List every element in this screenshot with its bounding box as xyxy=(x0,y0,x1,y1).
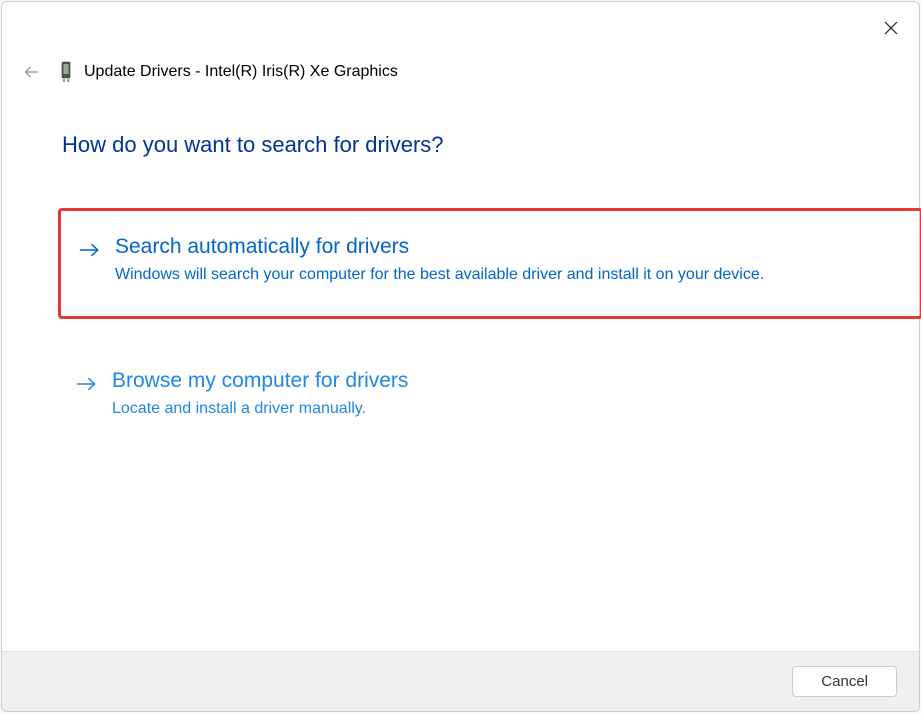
cancel-button[interactable]: Cancel xyxy=(792,666,897,697)
header-row: Update Drivers - Intel(R) Iris(R) Xe Gra… xyxy=(2,46,919,84)
option-description: Windows will search your computer for th… xyxy=(115,263,840,286)
device-icon xyxy=(58,61,74,83)
option-text-group: Search automatically for drivers Windows… xyxy=(115,235,840,286)
option-text-group: Browse my computer for drivers Locate an… xyxy=(112,369,839,420)
close-button[interactable] xyxy=(879,16,903,40)
dialog-footer: Cancel xyxy=(2,651,919,711)
arrow-right-icon xyxy=(76,375,96,393)
update-drivers-dialog: Update Drivers - Intel(R) Iris(R) Xe Gra… xyxy=(1,1,920,712)
back-arrow-icon xyxy=(23,63,41,81)
arrow-right-icon xyxy=(79,241,99,259)
option-title: Browse my computer for drivers xyxy=(112,369,839,393)
option-browse-computer[interactable]: Browse my computer for drivers Locate an… xyxy=(62,345,859,450)
option-description: Locate and install a driver manually. xyxy=(112,397,839,420)
window-title: Update Drivers - Intel(R) Iris(R) Xe Gra… xyxy=(84,63,398,81)
close-icon xyxy=(883,20,899,36)
back-button[interactable] xyxy=(20,60,44,84)
main-heading: How do you want to search for drivers? xyxy=(62,132,859,158)
option-title: Search automatically for drivers xyxy=(115,235,840,259)
option-search-automatically[interactable]: Search automatically for drivers Windows… xyxy=(58,208,921,319)
content-area: How do you want to search for drivers? S… xyxy=(2,84,919,651)
